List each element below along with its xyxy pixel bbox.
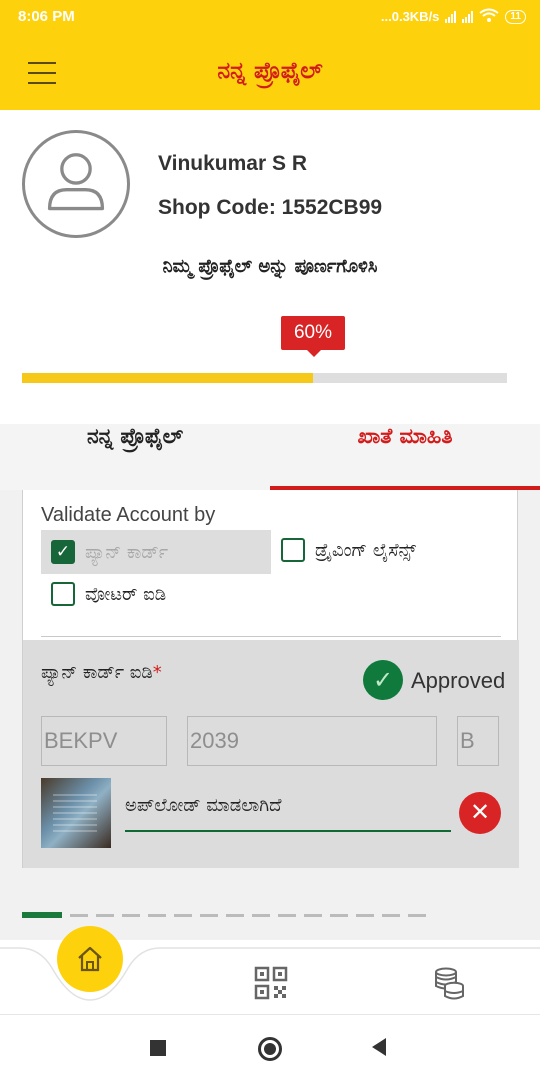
profile-complete-prompt: ನಿಮ್ಮ ಪ್ರೊಫೈಲ್ ಅನ್ನು ಪೂರ್ಣಗೊಳಿಸಿ <box>162 256 378 277</box>
battery-icon: 11 <box>505 9 526 24</box>
validate-card: Validate Account by ✓ ಪ್ಯಾನ್ ಕಾರ್ಡ್ ಡ್ರೈ… <box>22 490 519 868</box>
option-driving-license[interactable]: ಡ್ರೈವಿಂಗ್ ಲೈಸೆನ್ಸ್ <box>281 538 416 562</box>
wifi-icon <box>479 8 500 25</box>
pan-field-2[interactable]: 2039 <box>187 716 437 766</box>
option-label: ಡ್ರೈವಿಂಗ್ ಲೈಸೆನ್ಸ್ <box>315 539 417 561</box>
coins-icon[interactable] <box>432 966 466 1000</box>
shop-code: Shop Code: 1552CB99 <box>158 196 383 219</box>
remove-document-button[interactable]: ✕ <box>459 792 501 834</box>
recent-apps-icon[interactable] <box>150 1040 166 1056</box>
approved-check-icon: ✓ <box>363 660 403 700</box>
pan-details-section: ಪ್ಯಾನ್ ಕಾರ್ಡ್ ಐಡಿ* ✓ Approved BEKPV 2039… <box>23 640 519 868</box>
system-navigation-bar <box>0 1014 540 1080</box>
status-icons: ...0.3KB/s 11 <box>381 8 526 25</box>
qr-code-icon[interactable] <box>254 966 288 1000</box>
next-section-text-peek <box>70 914 430 917</box>
status-time: 8:06 PM <box>18 8 75 25</box>
approved-status: Approved <box>411 668 506 693</box>
option-voter-id[interactable]: ವೋಟರ್ ಐಡಿ <box>51 582 166 606</box>
pan-id-label-text: ಪ್ಯಾನ್ ಕಾರ್ಡ್ ಐಡಿ <box>41 662 153 683</box>
progress-bar <box>22 373 507 383</box>
pan-id-label: ಪ್ಯಾನ್ ಕಾರ್ಡ್ ಐಡಿ* <box>41 662 162 683</box>
checkbox-icon[interactable] <box>51 582 75 606</box>
option-label: ವೋಟರ್ ಐಡಿ <box>85 583 167 605</box>
checkbox-icon[interactable] <box>281 538 305 562</box>
next-section-indicator <box>22 912 62 918</box>
signal-icon-2 <box>462 10 474 23</box>
pan-field-1[interactable]: BEKPV <box>41 716 167 766</box>
home-system-icon[interactable] <box>258 1037 282 1061</box>
option-label: ಪ್ಯಾನ್ ಕಾರ್ಡ್ <box>85 541 169 563</box>
validate-label: Validate Account by <box>41 504 216 526</box>
pan-field-3[interactable]: B <box>457 716 499 766</box>
account-info-panel: Validate Account by ✓ ಪ್ಯಾನ್ ಕಾರ್ಡ್ ಡ್ರೈ… <box>0 490 540 940</box>
divider <box>41 636 501 637</box>
status-bar: 8:06 PM ...0.3KB/s 11 <box>0 0 540 34</box>
required-mark: * <box>152 662 162 683</box>
tab-bar: ನನ್ನ ಪ್ರೊಫೈಲ್ ಖಾತೆ ಮಾಹಿತಿ <box>0 424 540 490</box>
user-name: Vinukumar S R <box>158 152 307 175</box>
net-speed: ...0.3KB/s <box>380 9 440 24</box>
upload-status: ಅಪ್‌ಲೋಡ್ ಮಾಡಲಾಗಿದೆ <box>125 795 282 816</box>
progress-badge: 60% <box>281 316 345 357</box>
app-bar: ನನ್ನ ಪ್ರೊಫೈಲ್ <box>0 34 540 110</box>
pan-document-thumbnail[interactable] <box>41 778 111 848</box>
user-avatar-icon[interactable] <box>22 130 130 238</box>
option-pan-card[interactable]: ✓ ಪ್ಯಾನ್ ಕಾರ್ಡ್ <box>41 530 271 574</box>
tab-account-info[interactable]: ಖಾತೆ ಮಾಹಿತಿ <box>270 424 540 490</box>
back-icon[interactable] <box>372 1038 386 1056</box>
home-icon <box>78 946 102 972</box>
upload-underline <box>125 830 451 832</box>
signal-icon <box>445 10 457 23</box>
checkbox-checked-icon[interactable]: ✓ <box>51 540 75 564</box>
home-button[interactable] <box>57 926 123 992</box>
progress-fill <box>22 373 313 383</box>
tab-my-profile[interactable]: ನನ್ನ ಪ್ರೊಫೈಲ್ <box>0 424 270 490</box>
page-title: ನನ್ನ ಪ್ರೊಫೈಲ್ <box>217 58 323 84</box>
